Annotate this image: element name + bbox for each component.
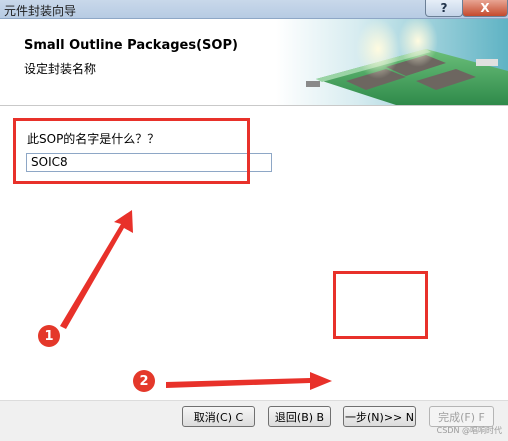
title-bar: 元件封装向导 ? X xyxy=(0,0,508,19)
wizard-footer: 取消(C) C 退回(B) B 一步(N)>> N 完成(F) F xyxy=(0,400,508,441)
help-icon: ? xyxy=(440,1,448,15)
page-subtitle: 设定封装名称 xyxy=(24,62,97,76)
close-icon: X xyxy=(480,1,490,15)
help-button[interactable]: ? xyxy=(425,0,463,17)
wizard-header: Small Outline Packages(SOP) 设定封装名称 xyxy=(0,19,508,106)
highlight-box-name xyxy=(13,118,250,184)
window-title: 元件封装向导 xyxy=(4,4,77,18)
chip-banner-image xyxy=(276,19,508,105)
next-button[interactable]: 一步(N)>> N xyxy=(343,406,416,427)
close-button[interactable]: X xyxy=(462,0,508,17)
annotation-badge-2: 2 xyxy=(133,370,155,392)
page-title: Small Outline Packages(SOP) xyxy=(24,38,238,53)
watermark: CSDN @唱响时代 xyxy=(436,426,502,435)
cancel-button[interactable]: 取消(C) C xyxy=(182,406,255,427)
highlight-box-next xyxy=(333,271,428,339)
finish-button[interactable]: 完成(F) F xyxy=(429,406,494,427)
annotation-badge-1: 1 xyxy=(38,325,60,347)
back-button[interactable]: 退回(B) B xyxy=(268,406,331,427)
